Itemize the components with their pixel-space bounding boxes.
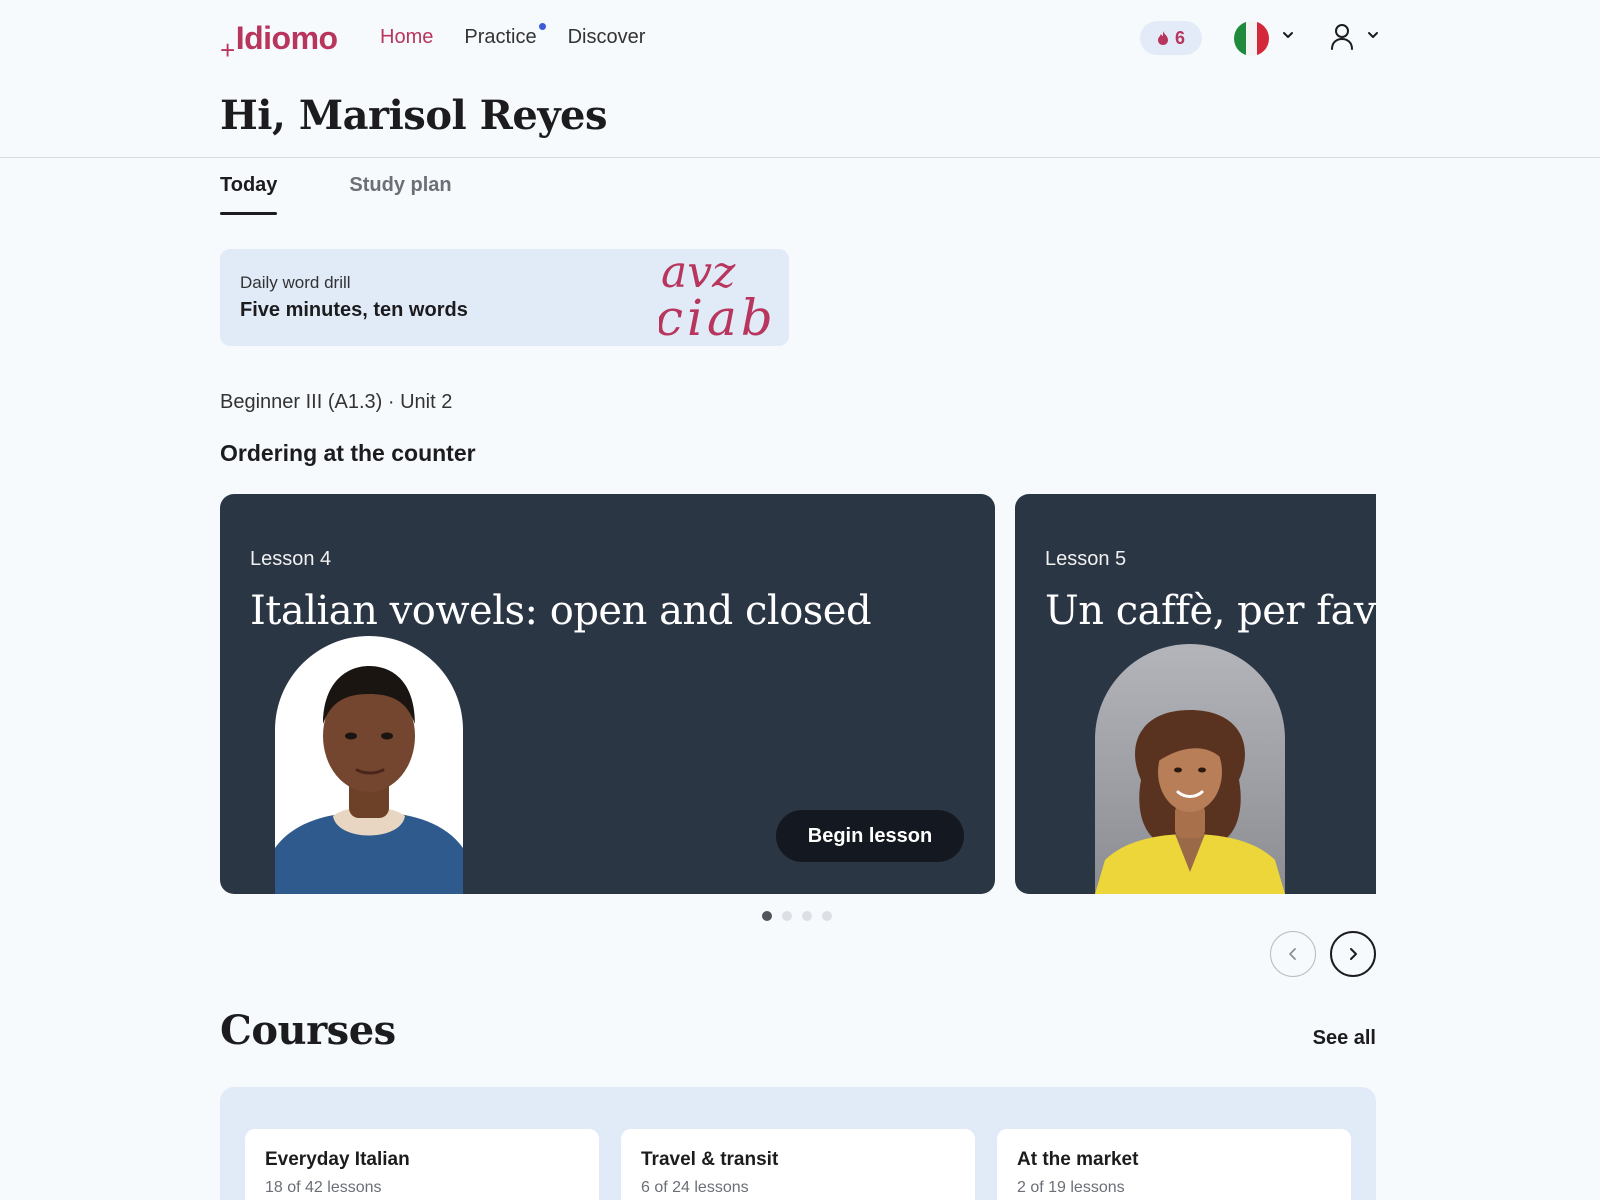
- carousel-prev-button[interactable]: [1270, 931, 1316, 977]
- tutor-portrait: [1095, 644, 1285, 894]
- course-card[interactable]: At the market 2 of 19 lessons: [997, 1129, 1351, 1200]
- logo-text: Idiomo: [235, 20, 338, 56]
- lesson-card[interactable]: Lesson 5 Un caffè, per favore: [1015, 494, 1376, 894]
- chevron-right-icon: [1350, 948, 1357, 960]
- flame-icon: [1157, 31, 1168, 45]
- begin-lesson-button[interactable]: Begin lesson: [776, 810, 964, 862]
- svg-text:ciab: ciab: [659, 289, 777, 346]
- nav-home[interactable]: Home: [380, 26, 433, 49]
- lesson-label: Lesson 4: [250, 548, 332, 570]
- account-chevron-down-icon[interactable]: [1366, 28, 1380, 42]
- tab-bar: Today Study plan: [220, 174, 452, 215]
- header-divider: [0, 157, 1600, 158]
- course-progress: 2 of 19 lessons: [1017, 1179, 1125, 1196]
- logo[interactable]: +Idiomo: [220, 20, 338, 65]
- unit-title: Ordering at the counter: [220, 440, 476, 466]
- lesson-carousel: Lesson 4 Italian vowels: open and closed…: [220, 494, 1376, 894]
- user-icon[interactable]: [1329, 22, 1355, 52]
- daily-drill-card[interactable]: Daily word drill Five minutes, ten words…: [220, 249, 789, 346]
- lesson-title: Italian vowels: open and closed: [250, 588, 872, 634]
- nav-practice-label: Practice: [464, 26, 537, 48]
- greeting: Hi, Marisol Reyes: [220, 92, 608, 139]
- course-name: At the market: [1017, 1149, 1139, 1170]
- tutor-portrait: [275, 636, 463, 894]
- lesson-title: Un caffè, per favore: [1045, 588, 1376, 634]
- drill-subtitle: Daily word drill: [240, 273, 351, 292]
- course-progress: 18 of 42 lessons: [265, 1179, 382, 1196]
- course-card[interactable]: Travel & transit 6 of 24 lessons: [621, 1129, 975, 1200]
- tab-study-plan[interactable]: Study plan: [349, 174, 451, 215]
- carousel-next-button[interactable]: [1330, 931, 1376, 977]
- nav-practice[interactable]: Practice: [464, 23, 546, 49]
- course-card[interactable]: Everyday Italian 18 of 42 lessons: [245, 1129, 599, 1200]
- course-name: Travel & transit: [641, 1149, 779, 1170]
- streak-count: 6: [1174, 27, 1185, 48]
- courses-panel: Everyday Italian 18 of 42 lessons Travel…: [220, 1087, 1376, 1200]
- courses-heading: Courses: [220, 1007, 396, 1054]
- streak-badge[interactable]: 6: [1140, 21, 1202, 55]
- chevron-down-icon[interactable]: [1281, 28, 1295, 42]
- course-progress: 6 of 24 lessons: [641, 1179, 749, 1196]
- notification-dot: [538, 23, 546, 30]
- page-dot[interactable]: [822, 911, 832, 921]
- page-dot[interactable]: [802, 911, 812, 921]
- unit-meta: Beginner III (A1.3) · Unit 2: [220, 391, 453, 413]
- lesson-label: Lesson 5: [1045, 548, 1127, 570]
- nav-discover[interactable]: Discover: [568, 26, 646, 49]
- page-dot[interactable]: [762, 911, 772, 921]
- lesson-card[interactable]: Lesson 4 Italian vowels: open and closed…: [220, 494, 995, 894]
- carousel-pagination: [762, 911, 832, 921]
- course-name: Everyday Italian: [265, 1149, 410, 1170]
- top-bar: +Idiomo Home Practice Discover 6: [0, 0, 1600, 78]
- drill-title: Five minutes, ten words: [240, 299, 468, 321]
- page-dot[interactable]: [782, 911, 792, 921]
- see-all-link[interactable]: See all: [1313, 1027, 1376, 1050]
- tab-today[interactable]: Today: [220, 174, 278, 215]
- letters-illustration: avz ciab: [659, 249, 777, 346]
- main-nav: Home Practice Discover: [380, 23, 646, 49]
- italy-flag-icon[interactable]: [1234, 21, 1269, 56]
- chevron-left-icon: [1289, 948, 1296, 960]
